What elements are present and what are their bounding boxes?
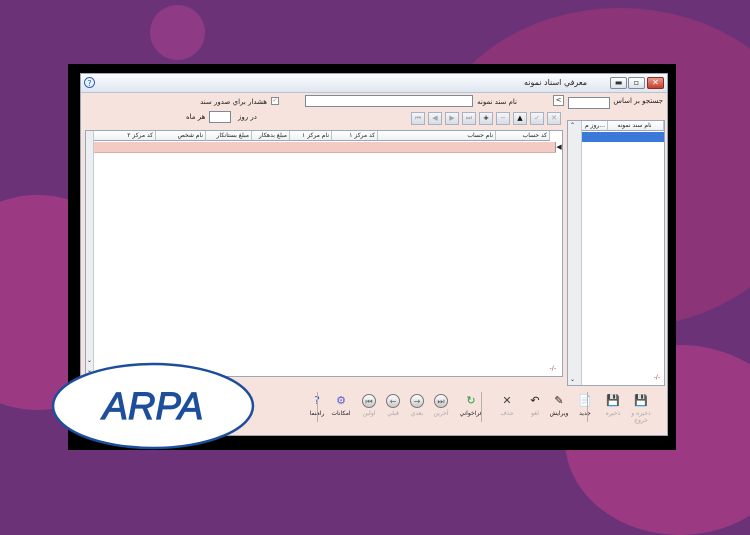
next-arrow-icon: → <box>410 394 424 408</box>
floppy-icon: 💾 <box>634 394 648 407</box>
first-record-button[interactable]: ⏮ <box>411 112 425 125</box>
edit-pencil-icon: ✎ <box>554 394 564 407</box>
previous-button[interactable]: ← قبلي <box>381 394 405 417</box>
main-grid[interactable]: کد حساب نام حساب کد مرکز ۱ نام مرکز ۱ مبلغ ب… <box>85 130 563 377</box>
load-button[interactable]: ↻ فراخواني <box>459 394 483 417</box>
logo-text: ARPA <box>101 386 204 428</box>
edit-record-button[interactable]: ▲ <box>513 112 527 125</box>
save-and-exit-button-label: ذخيره و خروج <box>631 410 651 424</box>
last-record-button[interactable]: ⏭ <box>462 112 476 125</box>
arpa-logo: ARPA <box>51 362 255 450</box>
column-header-3[interactable]: کد مرکز ۱ <box>332 131 378 141</box>
delete-record-button[interactable]: − <box>496 112 510 125</box>
side-grid-footer: -/- <box>653 374 660 381</box>
window-title: معرفي اسناد نمونه <box>524 78 587 87</box>
maximize-button[interactable]: ▫ <box>628 77 645 89</box>
doc-name-label: نام سند نمونه <box>477 98 517 106</box>
prev-record-button[interactable]: ◀ <box>428 112 442 125</box>
insert-record-button[interactable]: + <box>479 112 493 125</box>
edit-button[interactable]: ✎ ويرايش <box>547 394 571 417</box>
column-header-2[interactable]: نام حساب <box>378 131 496 141</box>
edit-button-label: ويرايش <box>549 410 569 417</box>
toolbar-separator <box>481 392 482 422</box>
last-button-label: آخرين <box>433 410 449 417</box>
side-selected-row[interactable] <box>582 132 664 142</box>
column-header-6[interactable]: مبلغ بستانکار <box>206 131 252 141</box>
new-button-label: جديد <box>579 410 591 417</box>
floppy-icon: 💾 <box>606 394 620 407</box>
last-arrow-icon: ⏭ <box>434 394 448 408</box>
previous-button-label: قبلي <box>387 410 399 417</box>
search-input[interactable] <box>568 97 610 109</box>
cancel-button-label: لغو <box>531 410 539 417</box>
cancel-button[interactable]: ↶ لغو <box>523 394 547 417</box>
facilities-button-label: امكانات <box>331 410 351 417</box>
previous-arrow-icon: ← <box>386 394 400 408</box>
recycle-icon: ↻ <box>466 394 476 407</box>
day-spinner[interactable] <box>209 111 231 123</box>
column-header-1[interactable]: کد حساب <box>496 131 550 141</box>
new-document-icon: 📄 <box>578 394 592 407</box>
row-indicator-icon: ◀ <box>555 142 562 152</box>
close-button[interactable]: ✕ <box>647 77 664 89</box>
save-and-exit-button[interactable]: 💾 ذخيره و خروج <box>629 394 653 424</box>
minimize-button[interactable]: ▬ <box>610 77 627 89</box>
delete-x-icon: ✕ <box>502 394 512 407</box>
scroll-up-icon[interactable]: ⌃ <box>570 122 575 129</box>
delete-button-label: حذف <box>500 410 514 417</box>
side-header-doc-name: نام سند نمونه <box>608 121 664 131</box>
gear-icon: ⚙ <box>336 394 346 407</box>
chevron-left-icon[interactable]: < <box>553 95 564 106</box>
save-button-label: ذخيره <box>605 410 621 417</box>
side-grid-header: روز م... نام سند نمونه <box>582 121 664 131</box>
warning-label: هشدار براي صدور سند <box>200 98 267 106</box>
last-button[interactable]: ⏭ آخرين <box>429 394 453 417</box>
toolbar-separator <box>587 392 588 422</box>
sample-documents-list[interactable]: روز م... نام سند نمونه ⌃ ⌄ -/- <box>567 120 665 386</box>
column-header-4[interactable]: نام مرکز ۱ <box>290 131 332 141</box>
doc-name-input[interactable] <box>305 95 473 107</box>
facilities-button[interactable]: ⚙ امكانات <box>329 394 353 417</box>
post-record-button[interactable]: ✓ <box>530 112 544 125</box>
first-button[interactable]: ⏮ اولين <box>357 394 381 417</box>
interval-prefix-label: در روز <box>238 113 257 121</box>
search-label: جستجو بر اساس <box>613 97 663 105</box>
column-header-7[interactable]: نام شخص <box>156 131 206 141</box>
cancel-icon: ↶ <box>530 394 540 407</box>
record-navigator: ⏮ ◀ ▶ ⏭ + − ▲ ✓ ✕ <box>411 112 562 126</box>
cancel-record-button[interactable]: ✕ <box>547 112 561 125</box>
save-button[interactable]: 💾 ذخيره <box>601 394 625 417</box>
main-grid-footer: -/- <box>549 365 556 372</box>
interval-suffix-label: هر ماه <box>186 113 206 121</box>
first-arrow-icon: ⏮ <box>362 394 376 408</box>
side-vertical-scrollbar[interactable] <box>568 121 582 385</box>
next-record-button[interactable]: ▶ <box>445 112 459 125</box>
title-bar[interactable]: ? معرفي اسناد نمونه ▬ ▫ ✕ <box>81 74 667 93</box>
grid-selected-row[interactable] <box>86 142 556 153</box>
load-button-label: فراخواني <box>459 410 483 417</box>
delete-button[interactable]: ✕ حذف <box>495 394 519 417</box>
first-button-label: اولين <box>362 410 376 417</box>
warning-checkbox[interactable]: ✓ <box>271 97 279 105</box>
column-header-5[interactable]: مبلغ بدهکار <box>252 131 290 141</box>
side-header-day: روز م... <box>582 121 608 131</box>
toolbar-separator <box>317 392 318 422</box>
next-button-label: بعدي <box>410 410 424 417</box>
vertical-scrollbar[interactable] <box>86 131 94 376</box>
next-button[interactable]: → بعدي <box>405 394 429 417</box>
column-header-8[interactable]: کد مرکز ۲ <box>94 131 156 141</box>
new-button[interactable]: 📄 جديد <box>573 394 597 417</box>
app-icon: ? <box>84 77 95 88</box>
